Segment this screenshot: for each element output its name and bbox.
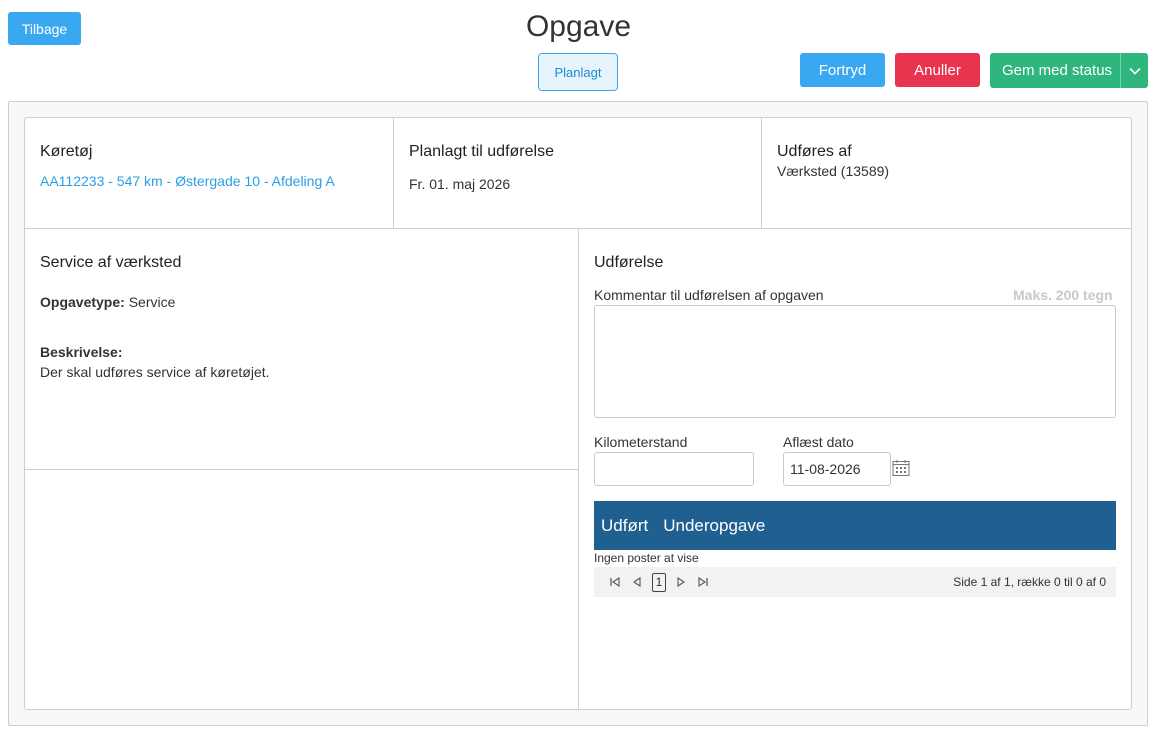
subtasks-grid-header: Udført Underopgave <box>594 501 1116 550</box>
prev-page-icon[interactable] <box>626 572 648 592</box>
comment-textarea[interactable] <box>594 305 1116 418</box>
divider <box>25 469 578 470</box>
save-with-status-button[interactable]: Gem med status <box>990 53 1148 88</box>
page-info: Side 1 af 1, række 0 til 0 af 0 <box>953 575 1106 589</box>
performer-heading: Udføres af <box>777 143 852 160</box>
save-with-status-label: Gem med status <box>1002 62 1113 79</box>
undo-button[interactable]: Fortryd <box>800 53 885 87</box>
column-header-done[interactable]: Udført <box>601 516 648 536</box>
last-page-icon[interactable] <box>692 572 714 592</box>
description-label: Beskrivelse: <box>40 344 123 360</box>
task-type-label: Opgavetype: <box>40 294 125 310</box>
chevron-down-icon <box>1128 67 1141 75</box>
current-page[interactable]: 1 <box>652 572 666 592</box>
performer-value: Værksted (13589) <box>777 163 890 179</box>
comment-label: Kommentar til udførelsen af opgaven <box>594 287 824 303</box>
calendar-icon[interactable] <box>892 459 910 480</box>
km-label: Kilometerstand <box>594 434 688 450</box>
first-page-icon[interactable] <box>604 572 626 592</box>
cancel-button[interactable]: Anuller <box>895 53 980 87</box>
comment-max-hint: Maks. 200 tegn <box>1013 287 1113 303</box>
vehicle-link[interactable]: AA112233 - 547 km - Østergade 10 - Afdel… <box>40 173 335 189</box>
task-heading: Service af værksted <box>40 254 182 271</box>
km-input[interactable] <box>594 452 754 486</box>
column-header-subtask[interactable]: Underopgave <box>663 516 765 536</box>
planned-heading: Planlagt til udførelse <box>409 143 554 160</box>
page-title: Opgave <box>525 10 632 43</box>
divider <box>393 118 394 229</box>
grid-pager: 1 Side 1 af 1, række 0 til 0 af 0 <box>594 567 1116 597</box>
task-type: Opgavetype: Service <box>40 294 175 310</box>
divider <box>578 229 579 709</box>
date-label: Aflæst dato <box>783 434 854 450</box>
divider <box>761 118 762 229</box>
vehicle-heading: Køretøj <box>40 143 93 160</box>
grid-empty-text: Ingen poster at vise <box>594 551 699 565</box>
next-page-icon[interactable] <box>670 572 692 592</box>
planned-date: Fr. 01. maj 2026 <box>409 176 511 192</box>
date-input[interactable]: 11-08-2026 <box>783 452 891 486</box>
task-type-value: Service <box>128 294 176 310</box>
description-value: Der skal udføres service af køretøjet. <box>40 364 270 380</box>
execution-heading: Udførelse <box>594 254 664 271</box>
save-status-dropdown-toggle[interactable] <box>1120 53 1148 88</box>
status-badge[interactable]: Planlagt <box>538 53 618 91</box>
